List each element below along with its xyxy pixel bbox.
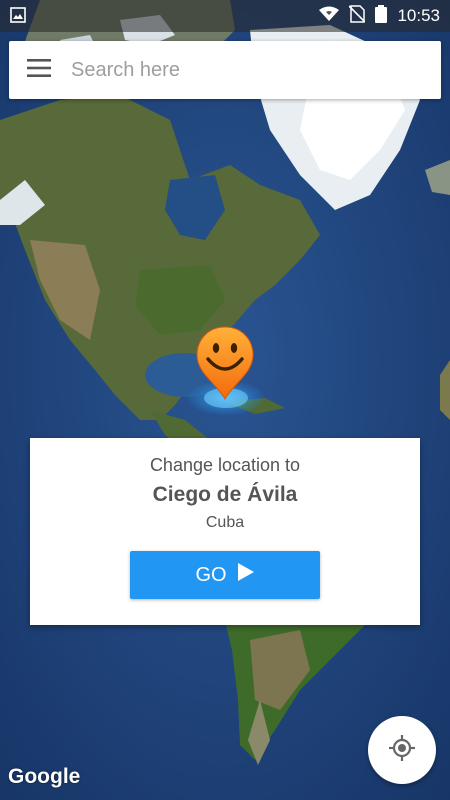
google-logo: Google: [8, 765, 81, 788]
smiley-pin-icon: [196, 326, 254, 401]
menu-button[interactable]: [9, 41, 69, 99]
location-pin[interactable]: [190, 323, 260, 423]
change-location-caption: Change location to: [149, 455, 301, 475]
my-location-button[interactable]: [368, 716, 436, 784]
my-location-icon: [388, 734, 416, 767]
menu-icon: [27, 58, 51, 82]
city-name: Ciego de Ávila: [152, 483, 298, 506]
wifi-icon: [319, 6, 340, 27]
image-icon: [10, 7, 26, 28]
go-button[interactable]: GO: [130, 551, 320, 599]
status-bar: 10:53: [0, 0, 450, 32]
play-icon: [237, 562, 255, 588]
no-sim-icon: [348, 4, 367, 28]
status-time: 10:53: [397, 6, 440, 25]
battery-icon: [375, 4, 388, 28]
change-location-card: Change location to Ciego de Ávila Cuba G…: [30, 438, 420, 625]
go-button-label: GO: [195, 563, 227, 586]
search-bar: [9, 41, 441, 99]
search-input[interactable]: [69, 50, 441, 90]
country-name: Cuba: [205, 514, 245, 531]
